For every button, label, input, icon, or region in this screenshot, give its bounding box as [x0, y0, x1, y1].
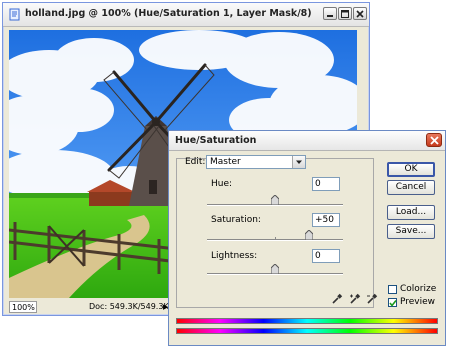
image-window-titlebar[interactable]: holland.jpg @ 100% (Hue/Saturation 1, La…	[3, 3, 369, 27]
cancel-button[interactable]: Cancel	[387, 180, 435, 195]
eyedropper-minus-icon[interactable]	[366, 293, 378, 305]
preview-label: Preview	[400, 297, 436, 307]
maximize-icon	[341, 10, 349, 18]
lightness-slider-track[interactable]	[207, 264, 343, 275]
edit-channel-value: Master	[210, 157, 241, 167]
hue-slider-track[interactable]	[207, 195, 343, 206]
close-icon	[356, 10, 364, 18]
load-button[interactable]: Load...	[387, 205, 435, 220]
dialog-title: Hue/Saturation	[175, 135, 257, 146]
dialog-close-button[interactable]	[426, 133, 442, 147]
hue-label: Hue:	[211, 179, 233, 189]
checkmark-icon	[389, 300, 397, 307]
edit-label: Edit:	[185, 157, 206, 167]
saturation-slider-thumb[interactable]	[305, 230, 313, 240]
colorize-checkbox[interactable]	[388, 285, 397, 294]
lightness-slider-thumb[interactable]	[271, 264, 279, 274]
lightness-value-field[interactable]: 0	[312, 249, 340, 263]
chevron-down-icon	[296, 160, 302, 164]
ok-button[interactable]: OK	[387, 162, 435, 177]
saturation-value-field[interactable]: +50	[312, 213, 340, 227]
save-button[interactable]: Save...	[387, 224, 435, 239]
colorize-label: Colorize	[400, 284, 437, 294]
hue-value-field[interactable]: 0	[312, 177, 340, 191]
output-hue-bar	[176, 328, 438, 334]
zoom-level[interactable]: 100%	[9, 301, 37, 313]
saturation-slider-track[interactable]	[207, 230, 343, 241]
image-window-title: holland.jpg @ 100% (Hue/Saturation 1, La…	[25, 8, 312, 19]
eyedropper-icon[interactable]	[331, 293, 343, 305]
minimize-button[interactable]	[323, 7, 337, 20]
input-hue-bar	[176, 318, 438, 324]
hue-saturation-dialog: Hue/Saturation Edit: Master Hue: 0 Satur…	[168, 130, 446, 346]
maximize-button[interactable]	[338, 7, 352, 20]
preview-checkbox[interactable]	[388, 298, 397, 307]
eyedropper-plus-icon[interactable]	[349, 293, 361, 305]
close-icon	[430, 136, 439, 145]
adjustment-group	[176, 158, 374, 308]
hue-slider-thumb[interactable]	[271, 195, 279, 205]
document-icon	[9, 8, 20, 21]
lightness-label: Lightness:	[211, 251, 258, 261]
dropdown-button[interactable]	[292, 156, 305, 168]
dialog-titlebar[interactable]: Hue/Saturation	[169, 131, 445, 151]
minimize-icon	[327, 15, 333, 17]
edit-channel-select[interactable]: Master	[206, 155, 306, 169]
doc-size: Doc: 549.3K/549.3K	[89, 302, 169, 311]
close-button[interactable]	[353, 7, 367, 20]
saturation-center-tick	[275, 237, 276, 240]
saturation-label: Saturation:	[211, 215, 261, 225]
